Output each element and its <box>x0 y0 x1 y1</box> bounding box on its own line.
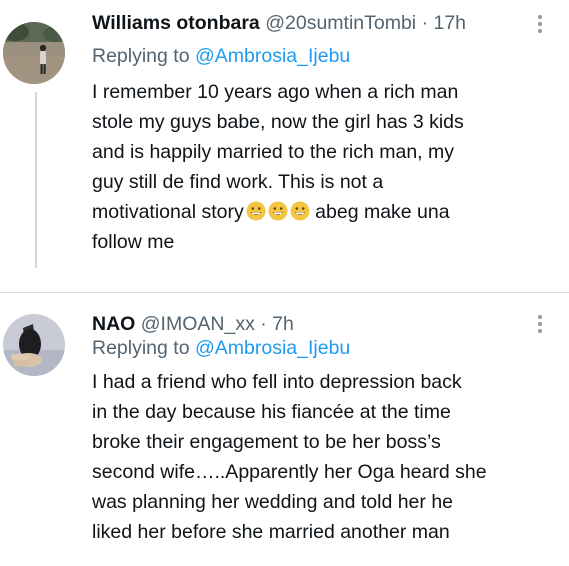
mention-link[interactable]: @Ambrosia_Ijebu <box>195 45 350 67</box>
tweet-text: I remember 10 years ago when a rich man … <box>92 77 562 257</box>
tweet-1[interactable]: Williams otonbara @20sumtinTombi · 17h R… <box>0 0 569 292</box>
more-vertical-icon[interactable] <box>537 313 543 335</box>
author-handle[interactable]: @20sumtinTombi <box>265 12 416 34</box>
tweet-text-line: was planning her wedding and told her he <box>92 491 454 513</box>
tweet-text-line: broke their engagement to be her boss’s <box>92 431 441 453</box>
author-handle[interactable]: @IMOAN_xx <box>141 313 255 335</box>
timestamp[interactable]: 7h <box>272 313 294 335</box>
replying-prefix: Replying to <box>92 45 190 67</box>
separator-dot: · <box>260 313 267 335</box>
author-name[interactable]: Williams otonbara <box>92 12 260 34</box>
tweet-text-fragment: abeg make una <box>315 201 450 223</box>
replying-prefix: Replying to <box>92 337 190 359</box>
grinning-face-icon <box>246 201 266 221</box>
tweet-text-line: and is happily married to the rich man, … <box>92 141 454 163</box>
tweet-text-line: stole my guys babe, now the girl has 3 k… <box>92 111 464 133</box>
avatar-williams[interactable] <box>3 22 65 84</box>
avatar-image <box>3 22 65 84</box>
tweet-text-line: second wife…..Apparently her Oga heard s… <box>92 461 487 483</box>
more-vertical-icon[interactable] <box>537 13 543 35</box>
replying-to: Replying to @Ambrosia_Ijebu <box>92 43 350 69</box>
tweet-text-line: liked her before she married another man <box>92 521 450 543</box>
grinning-face-icon <box>290 201 310 221</box>
tweet-2[interactable]: NAO @IMOAN_xx · 7h Replying to @Ambrosia… <box>0 293 569 566</box>
avatar-image <box>3 314 65 376</box>
tweet-text-line: I remember 10 years ago when a rich man <box>92 81 459 103</box>
separator-dot: · <box>421 12 429 34</box>
tweet-feed: Williams otonbara @20sumtinTombi · 17h R… <box>0 0 569 566</box>
author-name[interactable]: NAO <box>92 313 135 335</box>
avatar-nao[interactable] <box>3 314 65 376</box>
mention-link[interactable]: @Ambrosia_Ijebu <box>195 337 350 359</box>
tweet-text: I had a friend who fell into depression … <box>92 367 562 547</box>
tweet-header: Williams otonbara @20sumtinTombi · 17h <box>92 10 529 36</box>
tweet-text-line: guy still de find work. This is not a <box>92 171 384 193</box>
tweet-text-fragment: motivational story <box>92 201 244 223</box>
tweet-text-line: follow me <box>92 231 175 253</box>
replying-to: Replying to @Ambrosia_Ijebu <box>92 335 350 361</box>
grinning-face-icon <box>268 201 288 221</box>
tweet-header: NAO @IMOAN_xx · 7h <box>92 311 529 337</box>
thread-connector-line <box>35 92 37 268</box>
tweet-text-line: I had a friend who fell into depression … <box>92 371 462 393</box>
tweet-text-line-with-emoji: motivational story abeg make una <box>92 197 562 227</box>
timestamp[interactable]: 17h <box>433 12 466 34</box>
tweet-text-line: in the day because his fiancée at the ti… <box>92 401 451 423</box>
